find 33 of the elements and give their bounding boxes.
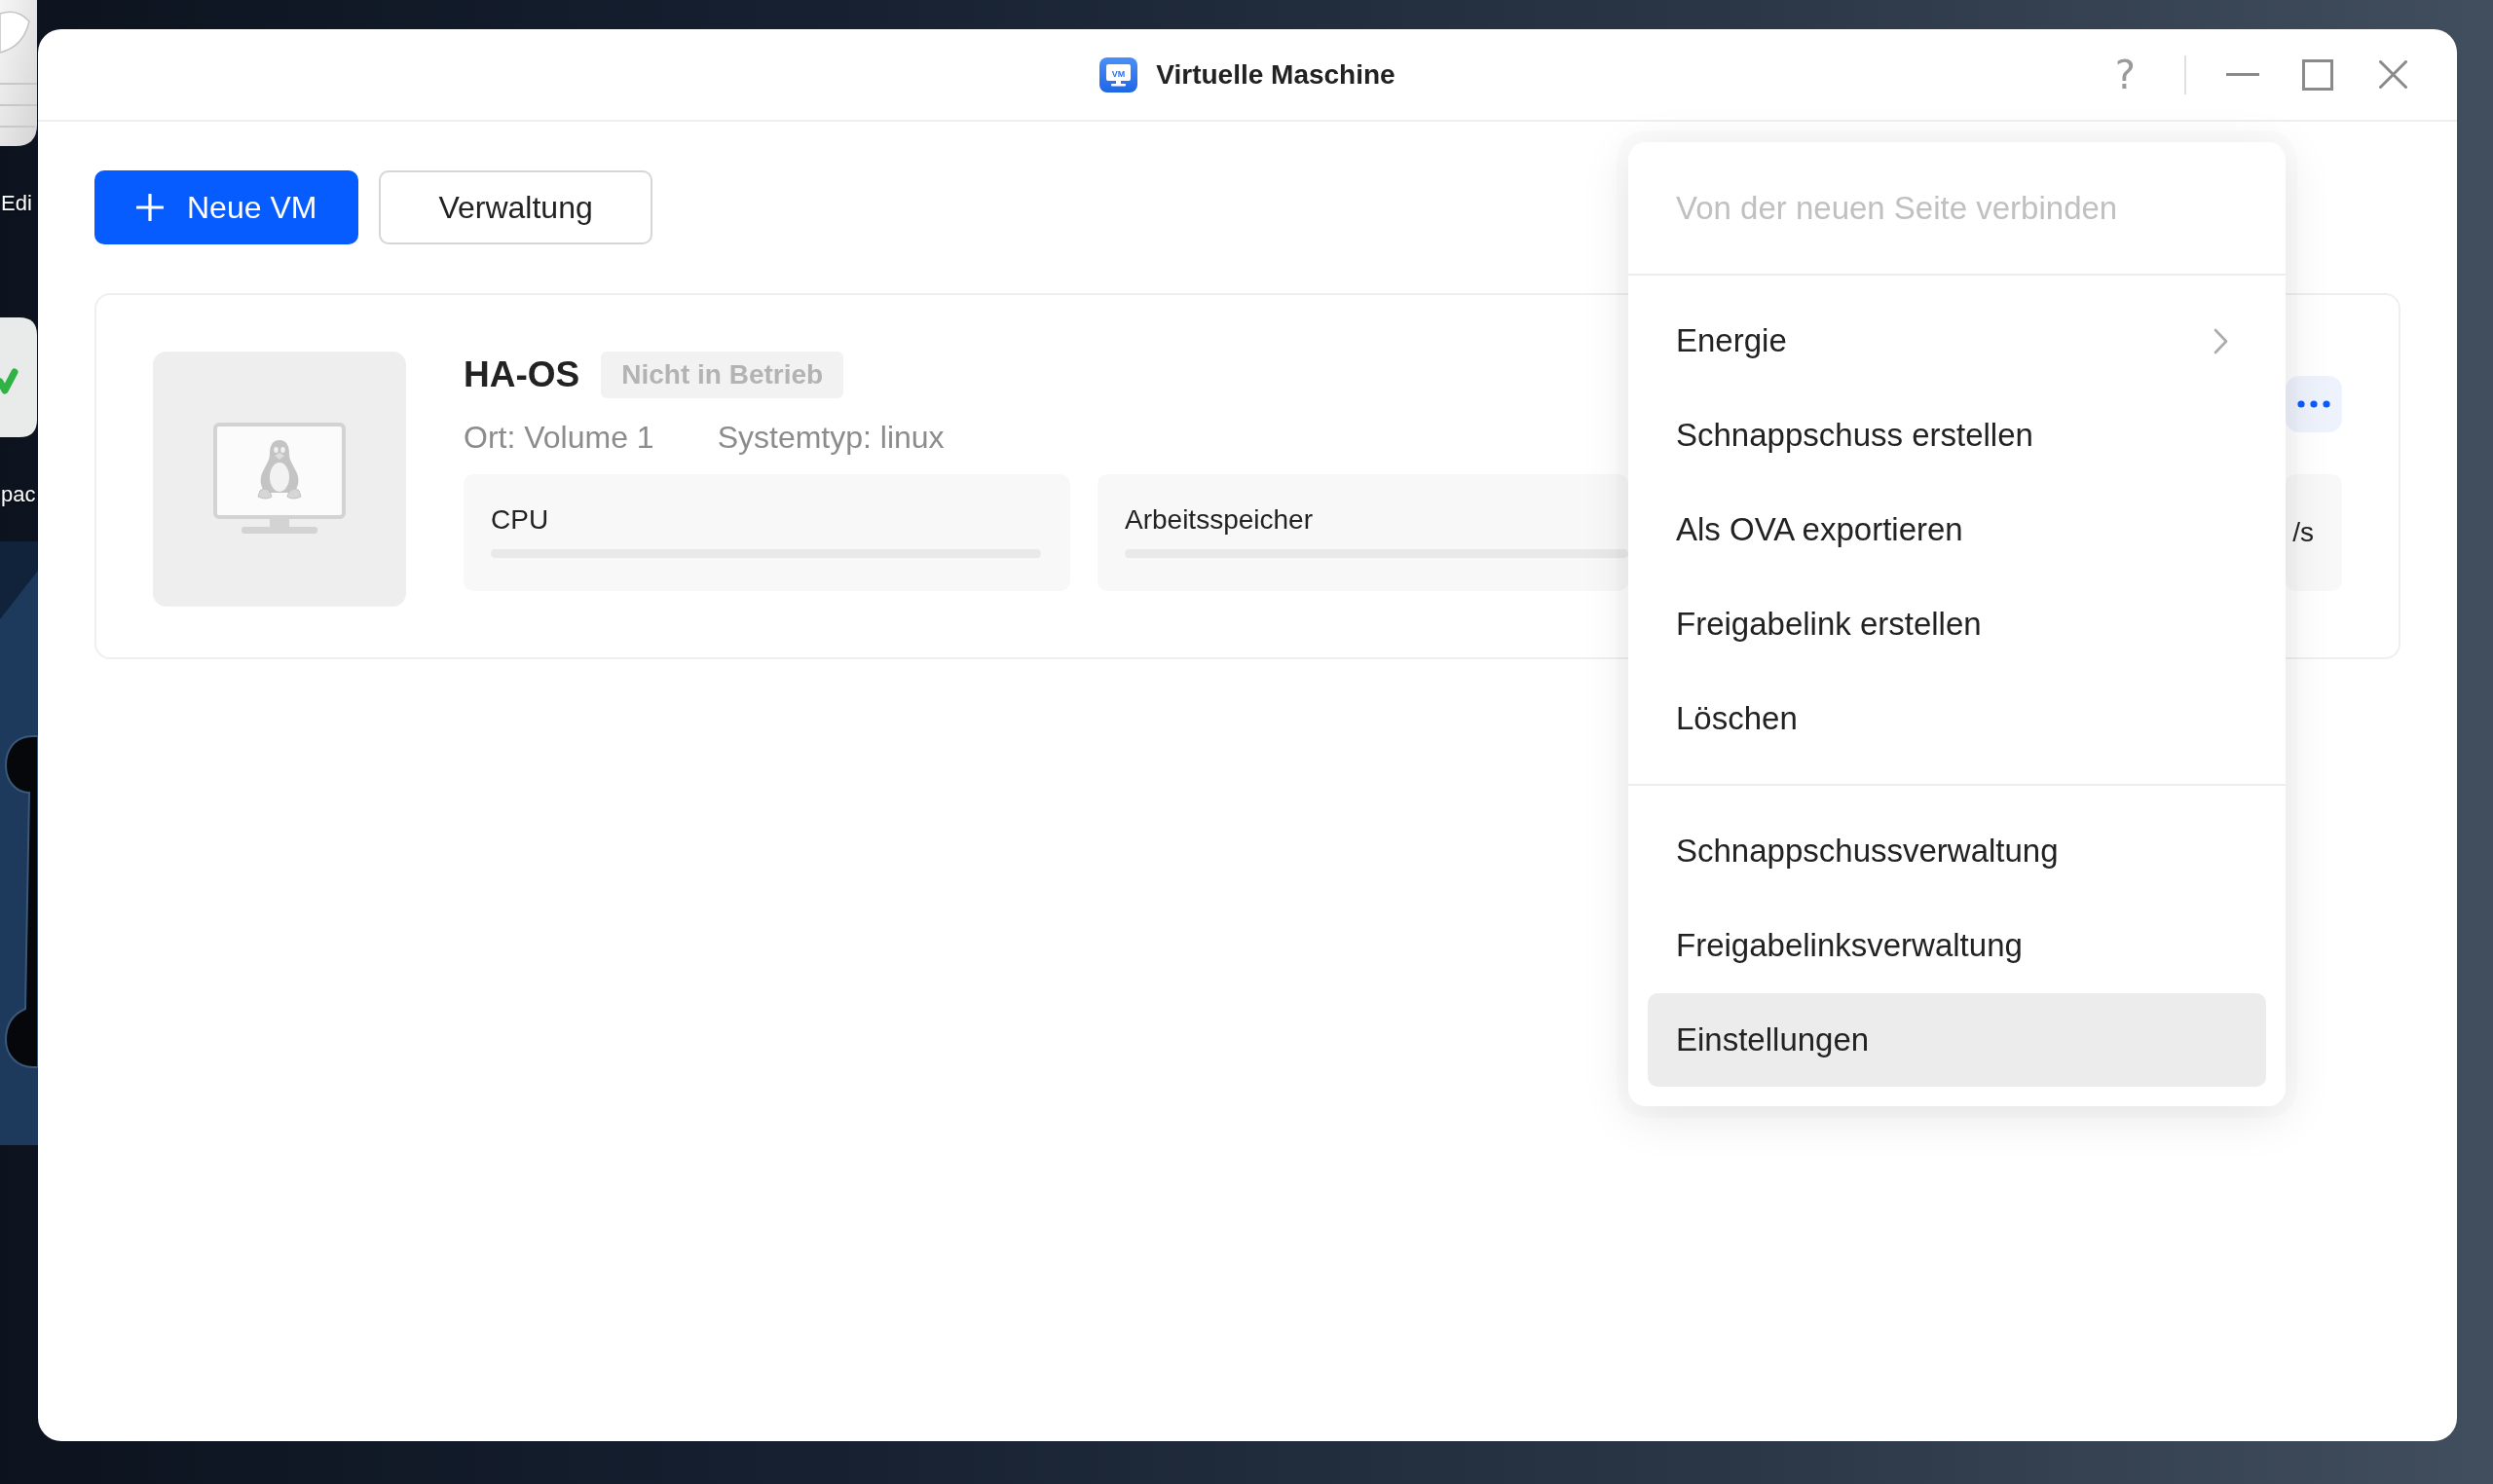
- menu-item[interactable]: Schnappschuss erstellen: [1648, 389, 2266, 482]
- maximize-button[interactable]: [2302, 58, 2333, 91]
- vm-detail: Systemtyp: linux: [717, 419, 945, 457]
- maximize-icon: [2302, 58, 2333, 91]
- notepad-icon[interactable]: [0, 0, 37, 146]
- metric-label: Arbeitsspeicher: [1125, 503, 1313, 537]
- more-button[interactable]: [2286, 376, 2342, 432]
- menu-item[interactable]: Einstellungen: [1648, 993, 2266, 1087]
- menu-item[interactable]: Löschen: [1648, 672, 2266, 765]
- monitor-logo-icon: VM: [1099, 56, 1138, 93]
- metric-label: CPU: [491, 503, 549, 537]
- checkmark-icon[interactable]: [0, 317, 37, 437]
- metric-reading: /s: [2292, 516, 2314, 549]
- close-icon: [2379, 60, 2407, 89]
- minimize-icon: [2226, 73, 2259, 76]
- close-button[interactable]: [2379, 60, 2407, 89]
- menu-item[interactable]: Freigabelinksverwaltung: [1648, 899, 2266, 992]
- vm-detail: Ort: Volume 1: [464, 419, 654, 457]
- menu-item[interactable]: Energie: [1648, 294, 2266, 388]
- desktop-icon-label: pac: [1, 481, 36, 508]
- more-icon: [2297, 400, 2330, 408]
- menu-item[interactable]: Als OVA exportieren: [1648, 483, 2266, 576]
- monitor-penguin-icon: [213, 423, 346, 536]
- menu-item: Von der neuen Seite verbinden: [1675, 189, 2119, 228]
- window-title: Virtuelle Maschine: [1156, 58, 1395, 91]
- plus-icon: [136, 194, 164, 221]
- new-vm-button[interactable]: Neue VM: [94, 170, 359, 244]
- vm-name: HA-OS: [464, 353, 580, 396]
- desktop-icon-label: Edi: [1, 190, 32, 217]
- manage-button[interactable]: Verwaltung: [379, 170, 652, 244]
- status-badge: Nicht in Betrieb: [601, 352, 844, 398]
- menu-item[interactable]: Freigabelink erstellen: [1648, 577, 2266, 671]
- menu-item[interactable]: Schnappschussverwaltung: [1648, 804, 2266, 898]
